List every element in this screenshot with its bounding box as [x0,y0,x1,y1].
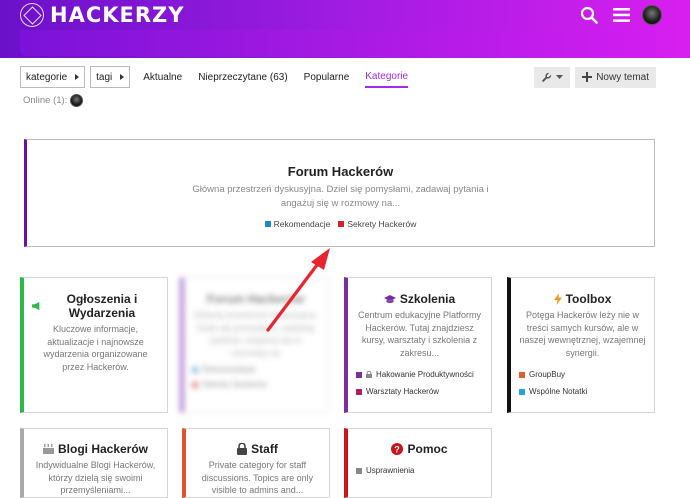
user-avatar[interactable] [642,5,662,25]
nav-categories[interactable]: Kategorie [365,66,409,88]
subcategory-sekrety[interactable]: Sekrety Hackerów [338,219,416,229]
wrench-icon [542,72,552,82]
nav-top[interactable]: Popularne [304,66,350,88]
category-card-staff[interactable]: Staff Private category for staff discuss… [182,428,330,498]
hamburger-menu-icon[interactable] [610,4,632,26]
color-square [356,371,362,378]
lock-icon [237,443,248,455]
logo-text: HACKERZY [50,3,185,27]
color-square [519,371,525,378]
card-description: Kluczowe informacje, aktualizacje i najn… [43,324,148,372]
caret-right-icon [75,74,80,80]
card-description: Centrum edukacyjne Platformy Hackerów. T… [357,310,482,358]
new-topic-button[interactable]: Nowy temat [575,66,656,88]
plus-icon [582,72,593,82]
category-card-ogloszenia[interactable]: Ogłoszenia i Wydarzenia Kluczowe informa… [20,277,168,413]
featured-title[interactable]: Forum Hackerów [27,164,654,179]
color-square [264,221,271,227]
site-logo[interactable]: HACKERZY [20,3,184,27]
nav-unread[interactable]: Nieprzeczytane (63) [198,66,287,88]
color-square [356,467,362,474]
subcategory-item[interactable]: Sekrety Hackerów [192,380,319,389]
featured-category[interactable]: Forum Hackerów Główna przestrzeń dyskusy… [24,139,655,247]
card-description: Główna przestrzeń dyskusyjna. Dziel się … [193,310,318,358]
color-square [519,388,525,395]
lightning-icon [553,293,562,305]
category-card-szkolenia[interactable]: Szkolenia Centrum edukacyjne Platformy H… [344,277,492,413]
card-title[interactable]: Ogłoszenia i Wydarzenia [32,292,159,320]
category-dropdown[interactable]: kategorie [20,66,86,88]
subcategory-item[interactable]: Rekomendacje [192,365,319,374]
header-icons [578,4,662,26]
search-icon[interactable] [578,4,600,26]
subcategory-item[interactable]: GroupBuy [519,370,646,379]
card-description: Indywidualne Blogi Hackerów, którzy dzie… [35,460,156,495]
question-circle-icon: ? [391,443,404,455]
caret-right-icon [120,74,125,80]
category-card-forum-blurred[interactable]: Forum Hackerów Główna przestrzeń dyskusy… [180,277,328,413]
color-square [356,388,362,395]
tag-dropdown[interactable]: tagi [90,66,131,88]
subcategory-item[interactable]: Hakowanie Produktywności [356,370,483,379]
category-card-blogi[interactable]: Blogi Hackerów Indywidualne Blogi Hacker… [20,428,168,498]
svg-text:?: ? [395,444,401,454]
subcategory-item[interactable]: Wspólne Notatki [519,387,646,396]
card-title[interactable]: Blogi Hackerów [32,442,159,456]
logo-icon [20,3,44,27]
online-user-avatar[interactable] [70,94,84,107]
card-description: Private category for staff discussions. … [201,460,314,495]
navigation-bar: kategorie tagi Aktualne Nieprzeczytane (… [20,66,656,88]
color-square [192,366,198,373]
lock-icon [366,371,372,378]
blog-icon [42,444,54,454]
color-square [192,381,198,388]
graduation-cap-icon [383,294,396,303]
card-title[interactable]: Szkolenia [356,292,483,306]
subcategory-rekomendacje[interactable]: Rekomendacje [264,219,330,229]
card-title[interactable]: Toolbox [519,292,646,306]
admin-tools-button[interactable] [534,66,571,88]
subcategory-item[interactable]: Warsztaty Hackerów [356,387,483,396]
card-title[interactable]: ? Pomoc [356,442,483,456]
header-banner [20,30,655,56]
card-description: Potęga Hackerów leży nie w treści samych… [519,310,646,358]
card-title[interactable]: Staff [194,442,321,456]
card-title: Forum Hackerów [206,292,305,306]
online-users: Online (1): [23,94,84,107]
category-card-pomoc[interactable]: ? Pomoc Usprawnienia [344,428,492,498]
color-square [338,221,345,227]
caret-down-icon [556,74,564,79]
subcategory-item[interactable]: Usprawnienia [356,466,483,475]
nav-latest[interactable]: Aktualne [143,66,182,88]
featured-description: Główna przestrzeń dyskusyjna. Dziel się … [192,184,489,209]
megaphone-icon [32,301,40,311]
category-card-toolbox[interactable]: Toolbox Potęga Hackerów leży nie w treśc… [507,277,655,413]
